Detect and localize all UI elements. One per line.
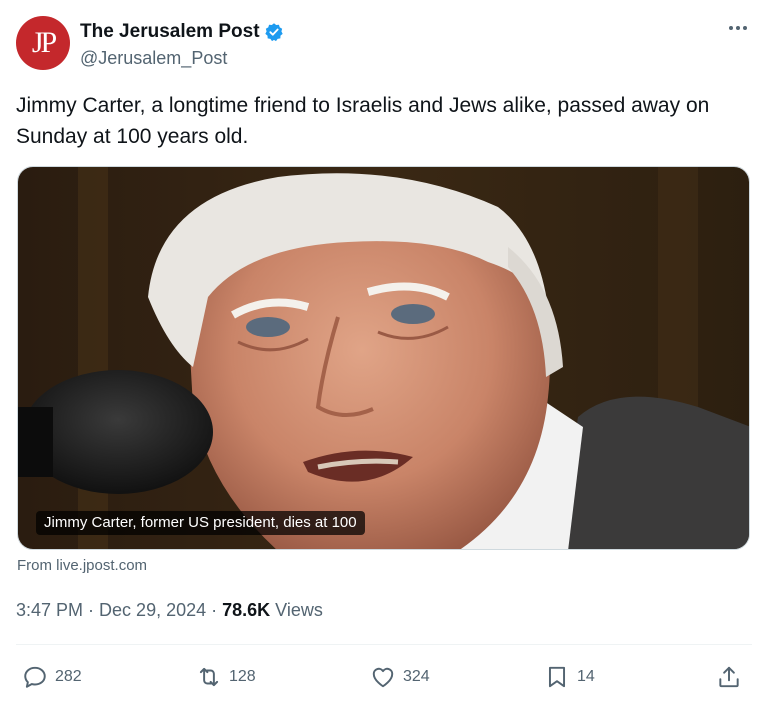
views-count[interactable]: 78.6K (222, 600, 270, 621)
link-card[interactable]: Jimmy Carter, former US president, dies … (17, 166, 750, 550)
views-label: Views (275, 600, 323, 620)
card-caption: Jimmy Carter, former US president, dies … (36, 511, 365, 535)
avatar-logo-text: JP (31, 26, 57, 59)
bookmark-count: 14 (577, 668, 595, 685)
like-count: 324 (403, 668, 430, 685)
display-name[interactable]: The Jerusalem Post (80, 21, 260, 43)
avatar[interactable]: JP (16, 16, 70, 70)
like-button[interactable]: 324 (370, 660, 430, 694)
tweet-time[interactable]: 3:47 PM (16, 600, 83, 621)
card-image (18, 167, 749, 549)
repost-icon (199, 667, 219, 687)
meta-separator: · (211, 600, 218, 620)
share-button[interactable] (716, 660, 742, 694)
name-row: The Jerusalem Post (80, 20, 284, 44)
reply-count: 282 (55, 668, 82, 685)
tweet-meta: 3:47 PM · Dec 29, 2024 · 78.6K Views (16, 600, 323, 621)
reply-icon (24, 666, 46, 688)
action-bar: 282 128 324 14 (16, 660, 752, 694)
bookmark-button[interactable]: 14 (544, 660, 595, 694)
tweet-text: Jimmy Carter, a longtime friend to Israe… (16, 94, 710, 148)
meta-separator: · (88, 600, 95, 620)
more-icon[interactable] (724, 16, 752, 40)
divider (16, 644, 752, 645)
heart-icon (372, 667, 394, 688)
tweet-header: JP The Jerusalem Post @Jerusalem_Post (16, 14, 752, 74)
repost-button[interactable]: 128 (196, 660, 256, 694)
handle[interactable]: @Jerusalem_Post (80, 48, 227, 69)
reply-button[interactable]: 282 (22, 660, 82, 694)
share-icon (719, 666, 739, 688)
bookmark-icon (548, 666, 566, 688)
verified-badge-icon (264, 23, 283, 42)
tweet-date[interactable]: Dec 29, 2024 (99, 600, 206, 621)
repost-count: 128 (229, 668, 256, 685)
card-source-link[interactable]: From live.jpost.com (17, 557, 147, 574)
